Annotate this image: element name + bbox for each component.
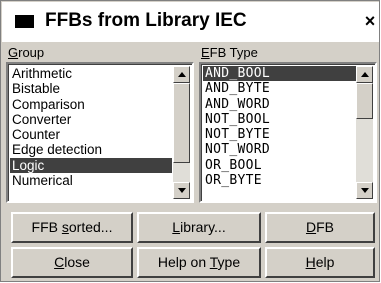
list-item[interactable]: NOT_BYTE [203,127,357,142]
scroll-up-button[interactable] [356,66,373,83]
arrow-up-icon [361,72,369,77]
list-item[interactable]: Counter [10,127,172,142]
btn-text-post: orted... [68,219,113,235]
btn-text-accel: s [61,219,69,235]
efb-type-listbox[interactable]: AND_BOOL AND_BYTE AND_WORD NOT_BOOL NOT_BYTE… [199,62,377,203]
efb-type-label: EFB Type [201,45,258,60]
group-label-rest: roup [18,45,45,60]
list-item[interactable]: Converter [10,112,172,127]
efb-list-items: AND_BOOL AND_BYTE AND_WORD NOT_BOOL NOT_BYTE… [203,66,357,188]
btn-text-pre: FFB [31,219,62,235]
efb-label-rest: FB Type [209,45,258,60]
window-title: FFBs from Library IEC [45,10,247,31]
list-item[interactable]: AND_BOOL [203,66,357,82]
list-item[interactable]: AND_BYTE [203,81,357,96]
list-item[interactable]: NOT_WORD [203,142,357,157]
list-item[interactable]: Numerical [10,173,172,188]
btn-text-accel: D [305,219,317,235]
btn-text-pre: Help on [157,254,210,270]
title-bar[interactable]: FFBs from Library IEC × [2,2,379,42]
scroll-down-button[interactable] [173,182,190,199]
btn-text-accel: T [209,254,218,270]
list-item[interactable]: AND_WORD [203,97,357,112]
dfb-button[interactable]: DFB [265,212,375,243]
efb-label-accel: E [201,45,210,60]
group-scrollbar[interactable] [173,66,190,199]
btn-text-post: ype [217,254,241,270]
list-item[interactable]: Edge detection [10,142,172,157]
close-icon[interactable]: × [361,9,379,33]
btn-text-post: elp [315,254,335,270]
list-item[interactable]: Arithmetic [10,66,172,81]
library-button[interactable]: Library... [137,212,261,243]
help-on-type-button[interactable]: Help on Type [137,247,261,278]
list-item[interactable]: OR_BOOL [203,158,357,173]
arrow-down-icon [361,188,369,193]
list-item[interactable]: Comparison [10,97,172,112]
list-item[interactable]: Logic [10,157,172,173]
btn-text-post: lose [64,254,90,270]
close-button[interactable]: Close [11,247,133,278]
btn-text-post: FB [316,219,334,235]
group-list-items: Arithmetic Bistable Comparison Converter Cou… [10,66,172,188]
scroll-up-button[interactable] [173,66,190,83]
group-label-accel: G [8,45,19,60]
list-item[interactable]: Bistable [10,81,172,96]
window-icon [15,15,34,28]
list-item[interactable]: OR_BYTE [203,173,357,188]
group-listbox[interactable]: Arithmetic Bistable Comparison Converter Cou… [6,62,194,203]
arrow-down-icon [178,188,186,193]
scroll-thumb[interactable] [356,83,373,119]
scroll-thumb[interactable] [173,83,190,163]
group-label: Group [8,45,44,60]
ffb-dialog: FFBs from Library IEC × Group EFB Type A… [0,0,380,282]
scroll-down-button[interactable] [356,182,373,199]
efb-scrollbar[interactable] [356,66,373,199]
btn-text-accel: C [54,254,65,270]
ffb-sorted-button[interactable]: FFB sorted... [11,212,133,243]
arrow-up-icon [178,72,186,77]
btn-text-accel: H [305,254,316,270]
list-item[interactable]: NOT_BOOL [203,112,357,127]
help-button[interactable]: Help [265,247,375,278]
btn-text-post: ibrary... [180,219,226,235]
btn-text-accel: L [172,219,181,235]
